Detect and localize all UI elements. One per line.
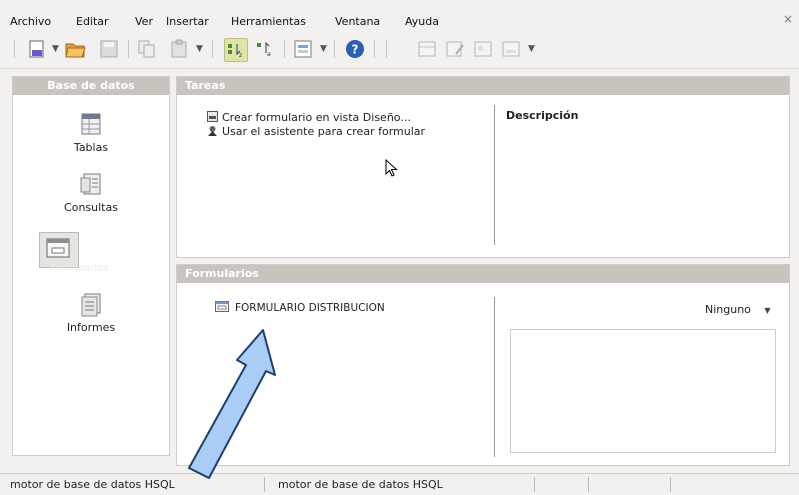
- svg-text:a: a: [267, 51, 271, 58]
- forms-panel: Formularios FORMULARIO DISTRIBUCION Ning…: [176, 264, 790, 466]
- menu-herramientas[interactable]: Herramientas: [231, 15, 306, 28]
- nav-label-informes: Informes: [66, 321, 116, 334]
- menu-archivo[interactable]: Archivo: [10, 15, 51, 28]
- form-list-item[interactable]: FORMULARIO DISTRIBUCION: [215, 301, 385, 314]
- database-panel: Base de datos Tablas Consultas Formulari…: [12, 76, 170, 456]
- menu-ver[interactable]: Ver: [135, 15, 153, 28]
- edit-table-icon[interactable]: [444, 38, 466, 60]
- menu-editar[interactable]: Editar: [76, 15, 109, 28]
- description-title: Descripción: [506, 109, 579, 122]
- form-doc-icon: [215, 301, 229, 312]
- nav-item-tablas[interactable]: Tablas: [13, 111, 169, 154]
- tasks-panel: Tareas Crear formulario en vista Diseño.…: [176, 76, 790, 258]
- status-divider: [264, 477, 265, 492]
- copy-icon[interactable]: [136, 38, 158, 60]
- menu-ventana[interactable]: Ventana: [335, 15, 380, 28]
- close-document-button[interactable]: ×: [783, 12, 793, 26]
- form-view-dropdown-icon[interactable]: ▼: [320, 44, 327, 54]
- forms-panel-title: Formularios: [177, 265, 789, 283]
- paste-dropdown-icon[interactable]: ▼: [196, 44, 203, 54]
- tasks-panel-title: Tareas: [177, 77, 789, 95]
- database-panel-title: Base de datos: [13, 77, 169, 95]
- form-icon: [44, 235, 72, 261]
- menu-bar: Archivo Editar Ver Insertar Herramientas…: [0, 0, 799, 30]
- nav-label-consultas: Consultas: [64, 201, 118, 214]
- task-use-wizard[interactable]: Usar el asistente para crear formular: [207, 125, 425, 138]
- task-create-design[interactable]: Crear formulario en vista Diseño...: [207, 111, 411, 124]
- report-icon: [77, 291, 105, 317]
- toolbar-grip: [14, 40, 15, 58]
- new-dropdown-icon[interactable]: ▼: [52, 44, 59, 54]
- preview-area: [510, 329, 776, 453]
- svg-text:z: z: [239, 52, 242, 59]
- toolbar-more-dropdown-icon[interactable]: ▼: [528, 44, 535, 54]
- nav-item-formularios[interactable]: Formularios: [13, 235, 169, 274]
- toolbar-separator: [334, 40, 335, 58]
- status-cell-engine-2: motor de base de datos HSQL: [278, 478, 443, 491]
- status-cell-engine: motor de base de datos HSQL: [10, 478, 175, 491]
- toolbar-separator: [284, 40, 285, 58]
- form-list-item-label: FORMULARIO DISTRIBUCION: [235, 302, 385, 314]
- status-divider: [588, 477, 589, 492]
- task-create-design-label: Crear formulario en vista Diseño...: [222, 111, 411, 124]
- chevron-down-icon: ▼: [764, 306, 771, 315]
- design-view-icon: [207, 111, 218, 122]
- svg-text:?: ?: [352, 43, 359, 57]
- paste-icon[interactable]: [168, 38, 190, 60]
- status-divider: [534, 477, 535, 492]
- toolbar-separator: [128, 40, 129, 58]
- toolbar-grip: [386, 40, 387, 58]
- nav-label-formularios: Formularios: [50, 263, 109, 274]
- sort-ascending-icon[interactable]: z: [224, 38, 248, 62]
- wizard-icon: [207, 125, 218, 136]
- menu-insertar[interactable]: Insertar: [166, 15, 209, 28]
- toolbar-separator: [374, 40, 375, 58]
- open-folder-icon[interactable]: [64, 38, 86, 60]
- new-document-icon[interactable]: [26, 38, 48, 60]
- report-design-icon[interactable]: [500, 38, 522, 60]
- preview-select[interactable]: Ninguno ▼: [705, 303, 771, 316]
- query-icon: [77, 171, 105, 197]
- nav-item-informes[interactable]: Informes: [13, 291, 169, 334]
- table-icon: [77, 111, 105, 137]
- nav-label-tablas: Tablas: [73, 141, 109, 154]
- nav-item-consultas[interactable]: Consultas: [13, 171, 169, 214]
- task-use-wizard-label: Usar el asistente para crear formular: [222, 125, 426, 138]
- form-view-icon[interactable]: [292, 38, 314, 60]
- help-icon[interactable]: ?: [344, 38, 366, 60]
- toolbar: ▼ ▼ z a ▼ ? ▼: [0, 30, 799, 69]
- sort-descending-icon[interactable]: a: [254, 38, 276, 60]
- mouse-cursor-icon: [385, 159, 398, 177]
- forms-divider: [494, 297, 495, 457]
- menu-ayuda[interactable]: Ayuda: [405, 15, 439, 28]
- save-icon[interactable]: [98, 38, 120, 60]
- preview-select-value: Ninguno: [705, 303, 751, 316]
- status-bar: motor de base de datos HSQL motor de bas…: [0, 473, 799, 495]
- status-divider: [670, 477, 671, 492]
- tasks-divider: [494, 105, 495, 245]
- database-table-icon[interactable]: [416, 38, 438, 60]
- query-design-icon[interactable]: [472, 38, 494, 60]
- toolbar-separator: [212, 40, 213, 58]
